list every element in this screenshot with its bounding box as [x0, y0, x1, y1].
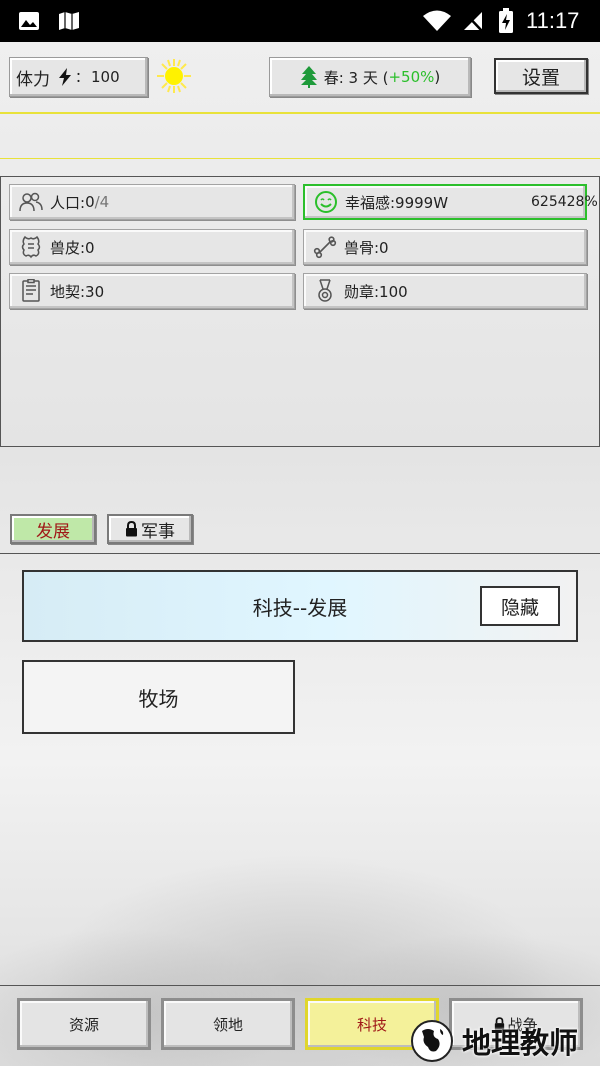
deed-label: 地契:30 — [50, 282, 105, 301]
status-bar: 11:17 — [0, 0, 600, 42]
map-icon — [58, 0, 80, 42]
divider-yellow-top — [0, 112, 600, 114]
season-text: 春: 3 天 ( — [323, 68, 389, 87]
happiness-label: 幸福感:9999W — [345, 193, 449, 212]
clock: 11:17 — [526, 8, 580, 33]
medal-cell[interactable]: 勋章:100 — [303, 273, 587, 309]
watermark: 地理教师 — [408, 1016, 600, 1066]
divider — [0, 176, 600, 177]
season-box[interactable]: 春: 3 天 (+50%) — [269, 57, 471, 97]
sun-icon — [156, 58, 192, 98]
divider-yellow-bottom — [0, 158, 600, 159]
hide-cell[interactable]: 兽皮:0 — [9, 229, 295, 265]
season-close: ) — [434, 68, 441, 86]
divider — [0, 446, 600, 447]
tab-military-label: 军事 — [141, 521, 175, 542]
no-signal-icon — [462, 0, 484, 42]
season-bonus: +50% — [388, 68, 435, 86]
bone-label: 兽骨:0 — [344, 238, 389, 257]
tab-development[interactable]: 发展 — [10, 514, 96, 544]
divider — [0, 553, 600, 554]
lightning-icon — [58, 68, 72, 86]
nav-resources[interactable]: 资源 — [17, 998, 151, 1050]
population-max: /4 — [94, 193, 110, 211]
smile-icon — [313, 189, 339, 215]
population-value: 0 — [85, 193, 95, 211]
stamina-label: 体力 — [16, 69, 50, 90]
lock-icon — [125, 521, 138, 537]
nav-territory[interactable]: 领地 — [161, 998, 295, 1050]
tab-military[interactable]: 军事 — [107, 514, 193, 544]
stamina-value: 100 — [91, 68, 120, 86]
gallery-icon — [18, 0, 40, 42]
bone-icon — [312, 234, 338, 260]
happiness-cell[interactable]: 幸福感:9999W 625428% — [303, 184, 598, 220]
population-label: 人口: — [50, 193, 86, 212]
people-icon — [18, 189, 44, 215]
bone-cell[interactable]: 兽骨:0 — [303, 229, 587, 265]
tech-panel-title: 科技--发展 — [252, 595, 348, 620]
settings-button[interactable]: 设置 — [494, 58, 588, 94]
happiness-percent: 625428% — [531, 194, 598, 210]
stamina-sep: ： — [75, 70, 89, 86]
medal-icon — [312, 278, 338, 304]
tech-item-pasture[interactable]: 牧场 — [22, 660, 295, 734]
population-cell[interactable]: 人口: 0/4 — [9, 184, 295, 220]
hide-button[interactable]: 隐藏 — [480, 586, 560, 626]
stamina-box[interactable]: 体力 ： 100 — [9, 57, 148, 97]
hide-label: 兽皮:0 — [50, 238, 95, 257]
divider — [0, 985, 600, 986]
panel-border — [0, 176, 1, 446]
medal-label: 勋章:100 — [344, 282, 408, 301]
battery-icon — [498, 0, 514, 42]
watermark-text: 地理教师 — [462, 1026, 579, 1060]
animal-hide-icon — [18, 234, 44, 260]
document-icon — [18, 278, 44, 304]
pine-tree-icon — [300, 66, 318, 88]
deed-cell[interactable]: 地契:30 — [9, 273, 295, 309]
globe-logo-icon — [408, 1017, 456, 1065]
wifi-icon — [422, 0, 452, 42]
